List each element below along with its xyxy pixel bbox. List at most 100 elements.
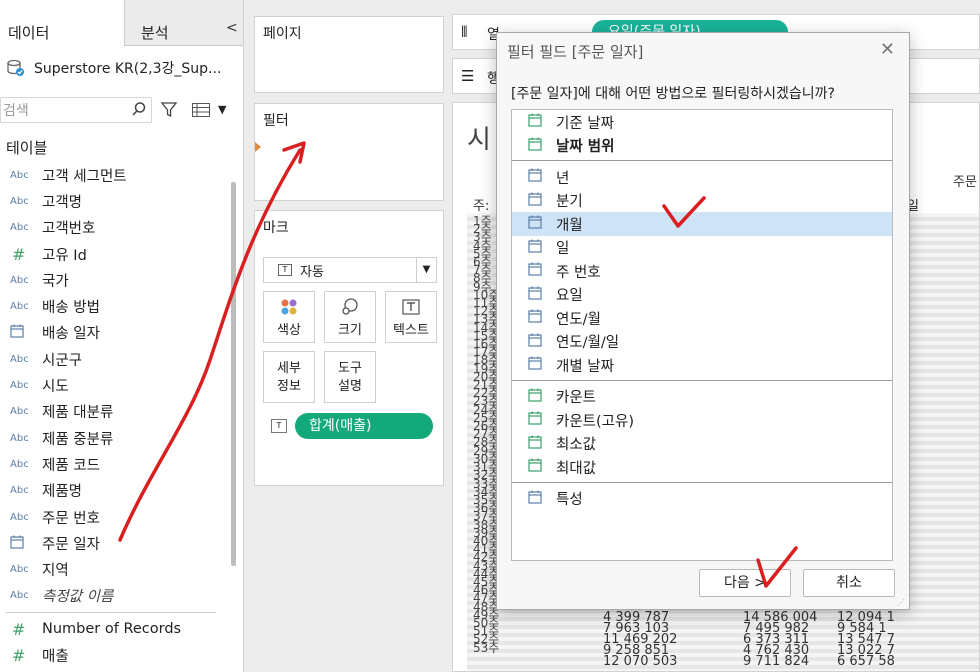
resize-grip[interactable]: ⋰: [897, 598, 905, 607]
filter-field-dialog: 필터 필드 [주문 일자] ✕ [주문 일자]에 대해 어떤 방법으로 필터링하…: [496, 32, 910, 610]
field-label: 고객번호: [42, 221, 96, 238]
string-icon: Abc: [10, 406, 29, 418]
filter-option[interactable]: 일: [512, 236, 892, 260]
text-button[interactable]: 텍스트: [385, 291, 437, 343]
filter-option[interactable]: 개월: [512, 212, 892, 236]
filter-option[interactable]: 카운트: [512, 385, 892, 409]
field-item[interactable]: # Number of Records: [0, 616, 230, 642]
detail-label-line1: 세부: [277, 361, 301, 376]
string-icon: Abc: [10, 301, 29, 313]
calendar-icon: [528, 113, 542, 131]
field-item[interactable]: Abc 고객명: [0, 188, 230, 214]
divider: [512, 379, 892, 381]
filter-option[interactable]: 연도/월: [512, 306, 892, 330]
field-label: 측정값 이름: [42, 589, 114, 606]
chevron-down-icon[interactable]: ▼: [218, 103, 226, 116]
filter-option[interactable]: 요일: [512, 283, 892, 307]
calendar-icon: [528, 356, 542, 374]
filter-option-label: 특성: [556, 492, 583, 508]
color-button[interactable]: 색상: [263, 291, 315, 343]
field-label: 제품명: [42, 484, 83, 501]
filter-option[interactable]: 최대값: [512, 455, 892, 479]
shelves-column: 페이지 필터 마크 T 자동 ▼ 색상 크기 텍스트 세부 정보 도구 설명 T…: [244, 0, 452, 672]
filter-option[interactable]: 주 번호: [512, 259, 892, 283]
field-label: 배송 방법: [42, 300, 100, 317]
pages-card[interactable]: 페이지: [254, 16, 444, 93]
field-item[interactable]: Abc 고객번호: [0, 215, 230, 241]
size-icon: [325, 298, 375, 316]
size-button[interactable]: 크기: [324, 291, 376, 343]
next-button[interactable]: 다음 >: [699, 569, 791, 597]
filter-option[interactable]: 연도/월/일: [512, 330, 892, 354]
field-item[interactable]: Abc 측정값 이름: [0, 583, 230, 609]
calendar-icon: [528, 309, 542, 327]
field-item[interactable]: 배송 일자: [0, 320, 230, 346]
calendar-icon: [528, 388, 542, 406]
field-item[interactable]: Abc 제품 코드: [0, 451, 230, 477]
row-header: 주:: [473, 199, 490, 214]
filter-option-label: 주 번호: [556, 264, 601, 281]
search-placeholder: 검색: [3, 103, 29, 119]
field-item[interactable]: Abc 고객 세그먼트: [0, 162, 230, 188]
field-item[interactable]: Abc 지역: [0, 556, 230, 582]
text-mark-icon: T: [271, 419, 287, 433]
detail-button[interactable]: 세부 정보: [263, 351, 315, 403]
filter-option-label: 개월: [556, 217, 583, 234]
filter-option[interactable]: 카운트(고유): [512, 408, 892, 432]
chevron-down-icon[interactable]: ▼: [416, 258, 436, 282]
calendar-icon: [528, 239, 542, 257]
tooltip-button[interactable]: 도구 설명: [324, 351, 376, 403]
field-item[interactable]: Abc 제품명: [0, 478, 230, 504]
filters-card[interactable]: 필터: [254, 103, 444, 201]
close-icon[interactable]: ✕: [880, 39, 895, 60]
scrollbar[interactable]: [231, 182, 236, 566]
field-list: Abc 고객 세그먼트 Abc 고객명 Abc 고객번호 # 고유 Id Abc 국가 Abc 배송 …: [0, 162, 230, 672]
field-item[interactable]: Abc 국가: [0, 267, 230, 293]
calendar-icon: [528, 490, 542, 508]
calendar-icon: [528, 168, 542, 186]
filter-option[interactable]: 기준 날짜: [512, 110, 892, 134]
filter-option[interactable]: 특성: [512, 487, 892, 511]
datasource-item[interactable]: Superstore KR(2,3강_Sup...: [6, 56, 242, 80]
field-label: Number of Records: [42, 621, 182, 638]
field-item[interactable]: 주문 일자: [0, 530, 230, 556]
field-item[interactable]: Abc 배송 방법: [0, 293, 230, 319]
collapse-pane-button[interactable]: <: [226, 20, 238, 36]
filter-option-label: 최대값: [556, 460, 597, 477]
measure-pill[interactable]: 합계(매출): [295, 413, 433, 439]
table-cell: 6 657 58: [837, 654, 895, 669]
tooltip-label-line2: 설명: [338, 379, 362, 394]
field-item[interactable]: Abc 시군구: [0, 346, 230, 372]
calendar-icon: [0, 535, 42, 552]
string-icon: Abc: [10, 590, 29, 602]
string-icon: Abc: [10, 564, 29, 576]
filter-option[interactable]: 최소값: [512, 432, 892, 456]
field-item[interactable]: Abc 시도: [0, 372, 230, 398]
mark-type-select[interactable]: T 자동 ▼: [263, 257, 437, 283]
view-list-icon[interactable]: [192, 103, 210, 121]
detail-label-line2: 정보: [277, 379, 301, 394]
field-item[interactable]: # 매출: [0, 642, 230, 668]
filter-option[interactable]: 분기: [512, 189, 892, 213]
filter-option-label: 기준 날짜: [556, 115, 614, 132]
string-icon: Abc: [10, 353, 29, 365]
filter-option[interactable]: 날짜 범위: [512, 134, 892, 158]
filter-icon[interactable]: [160, 101, 178, 123]
tab-data[interactable]: 데이터: [0, 0, 124, 46]
mark-type-value: 자동: [300, 264, 324, 280]
field-item[interactable]: Abc 제품 대분류: [0, 399, 230, 425]
filter-option[interactable]: 개별 날짜: [512, 353, 892, 377]
field-item[interactable]: Abc 주문 번호: [0, 504, 230, 530]
field-label: 주문 일자: [42, 536, 100, 553]
calendar-icon: [528, 458, 542, 476]
data-pane: 데이터 분석 < Superstore KR(2,3강_Sup... 검색 ▼ …: [0, 0, 244, 672]
field-item[interactable]: Abc 제품 중분류: [0, 425, 230, 451]
mark-pill-row: T 합계(매출): [271, 413, 433, 439]
calendar-icon: [528, 262, 542, 280]
filter-option[interactable]: 년: [512, 165, 892, 189]
field-item[interactable]: #수량: [0, 669, 230, 672]
filter-option-label: 날짜 범위: [556, 139, 615, 155]
search-input[interactable]: 검색: [0, 97, 152, 123]
cancel-button[interactable]: 취소: [803, 569, 895, 597]
field-item[interactable]: # 고유 Id: [0, 241, 230, 267]
